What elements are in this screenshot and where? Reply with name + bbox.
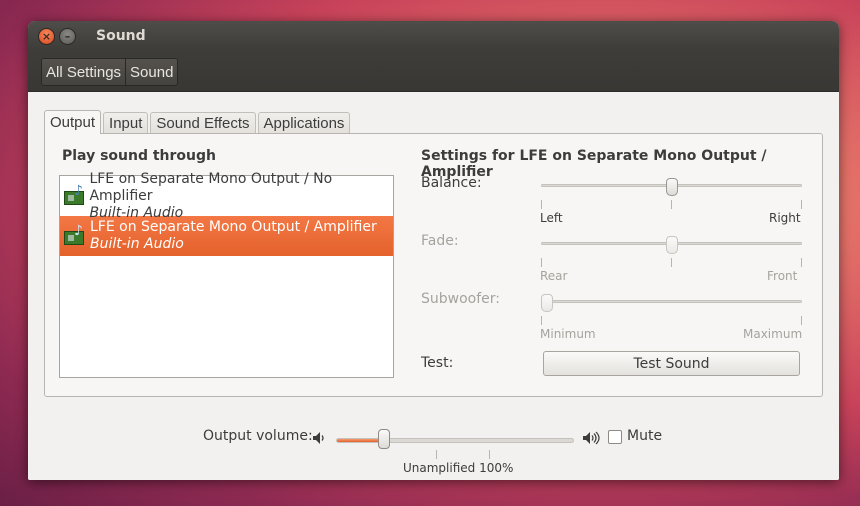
mute-label: Mute [627, 428, 663, 444]
tab-output[interactable]: Output [44, 110, 102, 134]
test-sound-button[interactable]: Test Sound [543, 351, 800, 376]
fade-min-label: Rear [540, 269, 568, 283]
device-sub: Built-in Audio [90, 236, 184, 252]
sound-window: × – Sound All Settings Sound Output Inpu… [28, 21, 839, 480]
subwoofer-label: Subwoofer: [421, 291, 500, 307]
tab-sound-effects[interactable]: Sound Effects [150, 112, 256, 134]
subwoofer-thumb [541, 294, 553, 312]
sound-card-icon: ♪ [62, 223, 88, 249]
crumb-sound[interactable]: Sound [125, 59, 178, 85]
output-panel: Play sound through ♪ LFE on Separate Mon… [44, 133, 823, 397]
balance-label: Balance: [421, 175, 482, 191]
balance-min-label: Left [540, 211, 563, 225]
toolbar: All Settings Sound [28, 51, 839, 92]
list-item-selected[interactable]: ♪ LFE on Separate Mono Output / Amplifie… [60, 216, 393, 256]
list-item[interactable]: ♪ LFE on Separate Mono Output / No Ampli… [60, 171, 393, 221]
fade-label: Fade: [421, 233, 459, 249]
speaker-low-icon [313, 432, 324, 444]
device-list: ♪ LFE on Separate Mono Output / No Ampli… [59, 171, 394, 378]
balance-thumb[interactable] [665, 178, 678, 196]
test-label: Test: [421, 355, 454, 371]
titlebar: × – Sound [28, 21, 839, 51]
subwoofer-min-label: Minimum [540, 327, 596, 341]
balance-max-label: Right [769, 211, 801, 225]
output-volume-slider[interactable] [336, 438, 574, 443]
speaker-high-icon [583, 431, 600, 445]
volume-marks: Unamplified 100% [403, 461, 514, 475]
device-name: LFE on Separate Mono Output / Amplifier [90, 219, 377, 235]
device-name: LFE on Separate Mono Output / No Amplifi… [89, 170, 333, 204]
balance-ticks [541, 200, 802, 209]
balance-slider[interactable] [541, 178, 802, 196]
output-volume-row: Output volume: Mute Unamplified 100% [28, 428, 839, 475]
tab-applications[interactable]: Applications [257, 112, 351, 134]
output-volume-label: Output volume: [203, 428, 313, 444]
tab-input[interactable]: Input [103, 112, 149, 134]
mute-checkbox[interactable] [608, 430, 622, 444]
volume-ticks [436, 450, 496, 459]
fade-max-label: Front [767, 269, 798, 283]
sound-card-icon: ♪ [62, 183, 87, 209]
subwoofer-ticks [541, 316, 802, 325]
close-icon[interactable]: × [38, 27, 55, 45]
content-area: Output Input Sound Effects Applications … [28, 92, 839, 480]
crumb-all-settings[interactable]: All Settings [42, 59, 126, 85]
fade-slider [541, 236, 802, 254]
fade-ticks [541, 258, 802, 267]
output-volume-thumb[interactable] [377, 429, 390, 449]
fade-thumb [665, 236, 678, 254]
breadcrumb: All Settings Sound [41, 58, 179, 86]
subwoofer-max-label: Maximum [743, 327, 803, 341]
minimize-icon[interactable]: – [59, 27, 76, 45]
window-title: Sound [96, 28, 146, 44]
tab-bar: Output Input Sound Effects Applications [44, 110, 352, 134]
subwoofer-slider [541, 294, 802, 312]
list-heading: Play sound through [62, 148, 216, 164]
